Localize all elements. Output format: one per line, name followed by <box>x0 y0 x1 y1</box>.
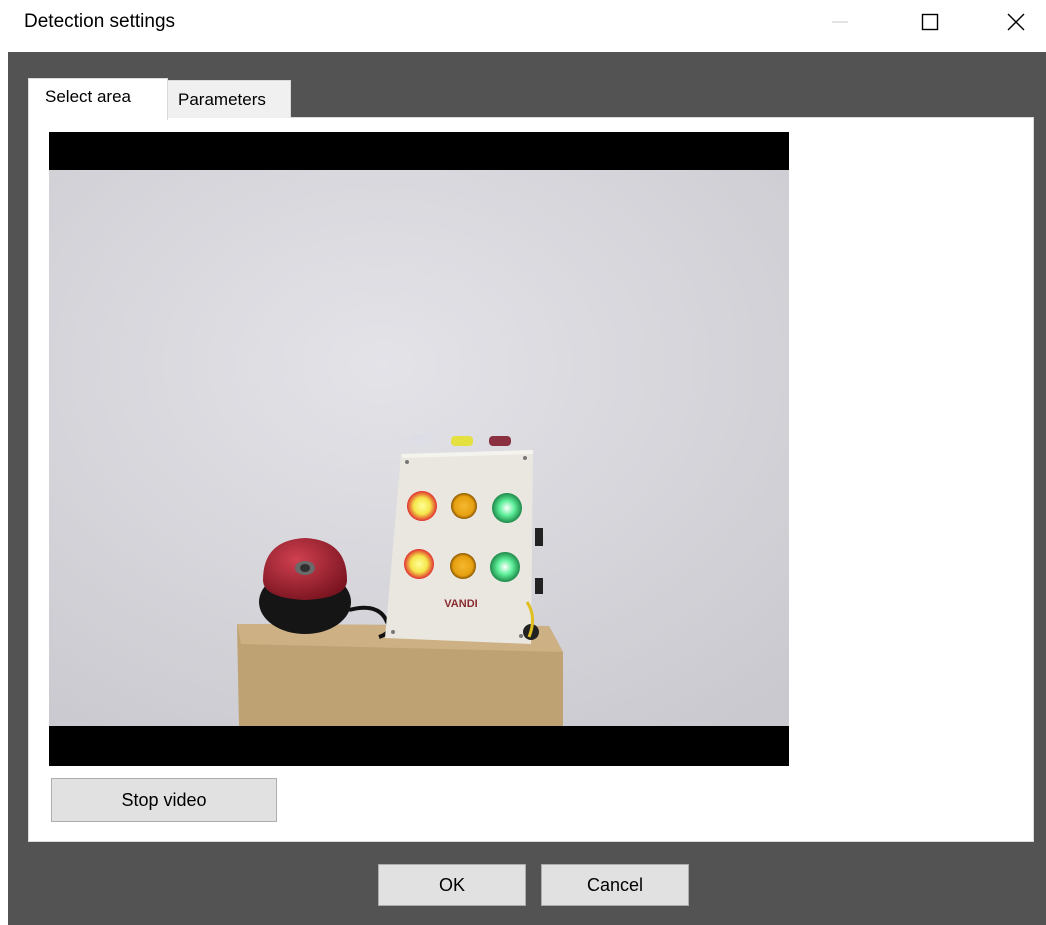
maximize-icon <box>921 13 939 31</box>
stop-video-button[interactable]: Stop video <box>51 778 277 822</box>
close-button[interactable] <box>986 0 1046 44</box>
box-brand-label: VANDI <box>444 598 477 610</box>
window-title: Detection settings <box>24 11 176 32</box>
tab-parameters-label: Parameters <box>178 90 266 109</box>
title-bar[interactable]: Detection settings <box>0 0 1046 52</box>
cancel-button[interactable]: Cancel <box>541 864 689 906</box>
close-icon <box>1007 13 1025 31</box>
minimize-button[interactable] <box>810 0 870 44</box>
maximize-button[interactable] <box>900 0 960 44</box>
tab-select-area[interactable]: Select area <box>28 78 168 120</box>
tab-parameters[interactable]: Parameters <box>167 80 291 118</box>
camera-frame: VANDI <box>49 170 789 726</box>
video-preview[interactable]: VANDI <box>49 132 789 766</box>
tab-select-area-label: Select area <box>45 87 131 106</box>
detection-settings-window: Detection settings Select area Parameter… <box>0 0 1046 925</box>
minimize-icon <box>832 21 848 23</box>
ok-button[interactable]: OK <box>378 864 526 906</box>
